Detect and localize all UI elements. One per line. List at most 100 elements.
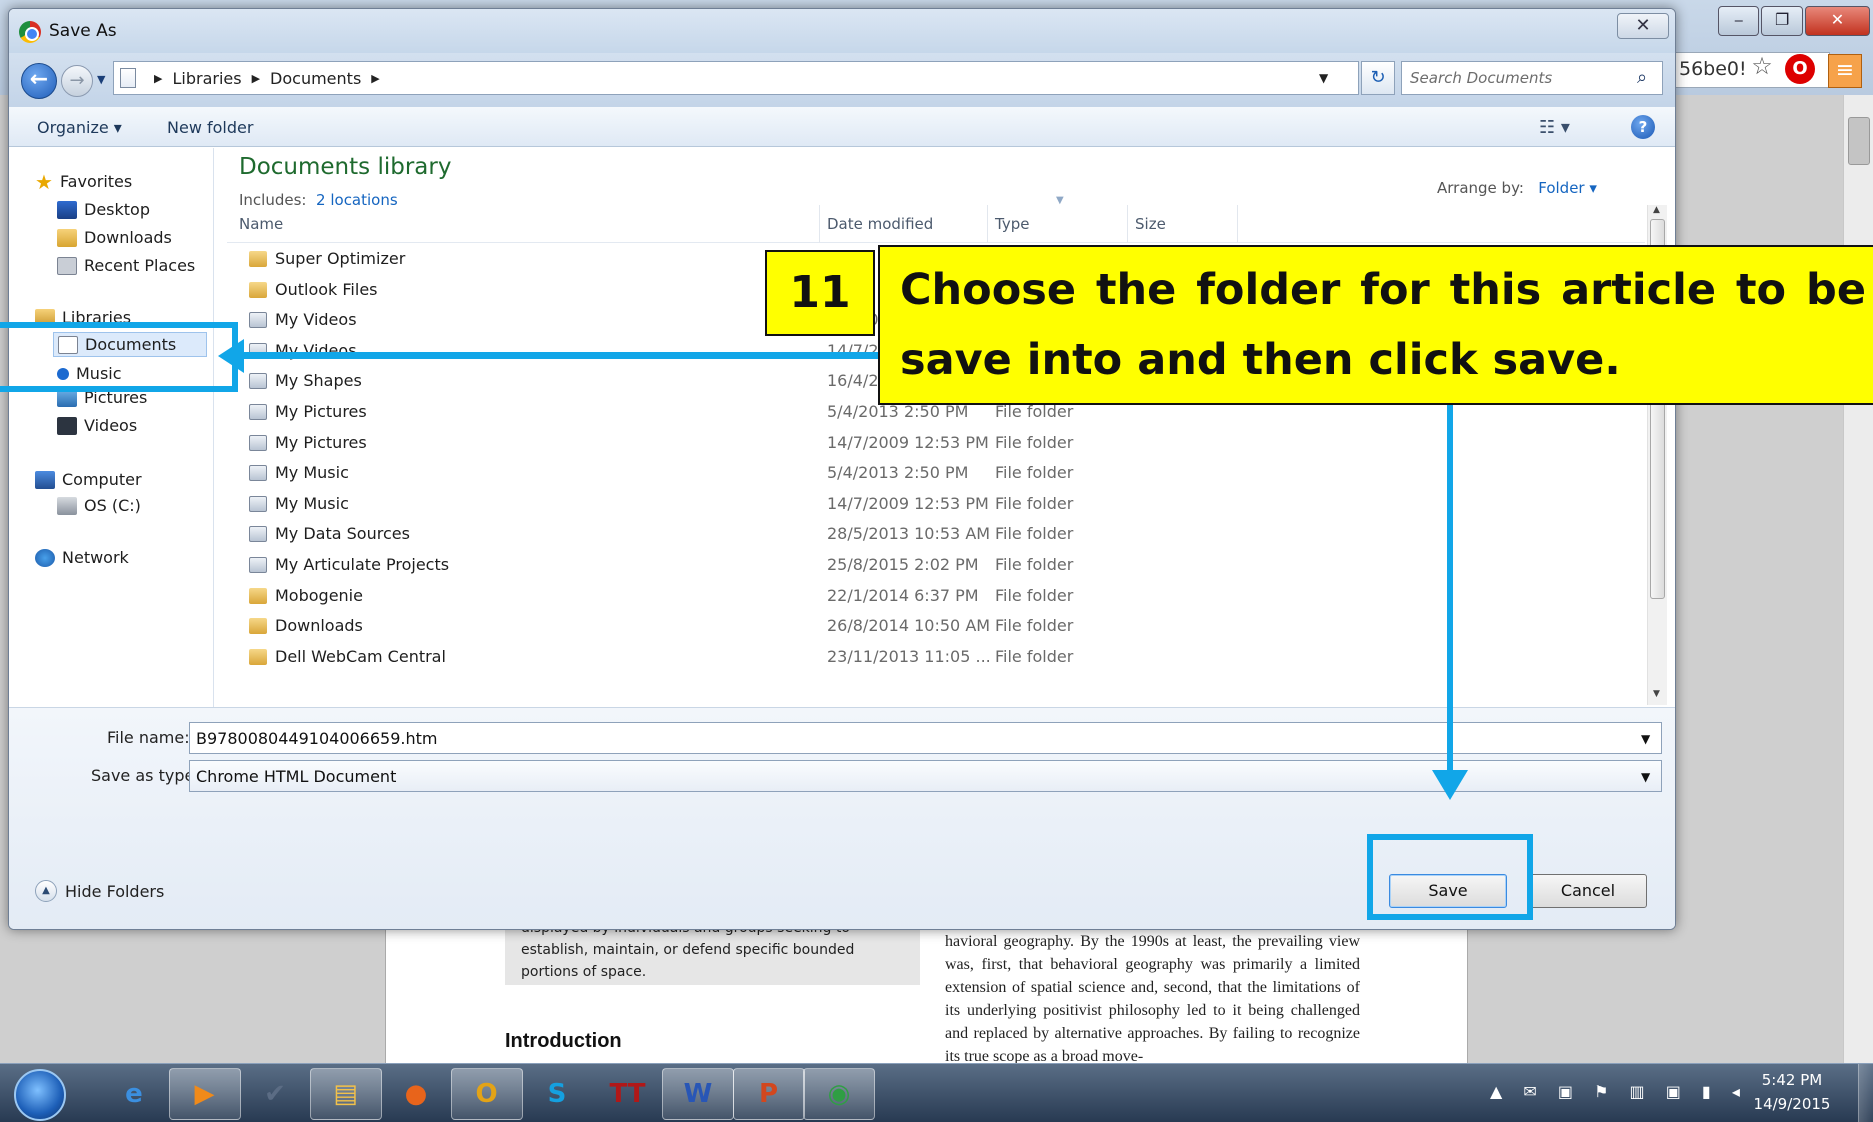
browser-window-controls: ⎯ ❐ ✕ [1718,6,1870,36]
nav-label: Desktop [84,200,150,219]
breadcrumb-documents[interactable]: Documents [270,69,361,88]
nav-favorites[interactable]: ★ Favorites [35,172,133,192]
taskbar-explorer-icon[interactable]: ▤ [309,1068,382,1120]
cancel-button[interactable]: Cancel [1529,874,1647,908]
address-row: ← → ▼ ▶ Libraries ▶ Documents ▶ ▼ ↻ Sear… [9,53,1675,107]
file-name-dropdown-icon[interactable]: ▼ [1641,732,1650,746]
file-row[interactable]: My Articulate Projects 25/8/2015 2:02 PM F… [227,551,1645,581]
change-view-icon[interactable]: ☷ ▾ [1539,117,1570,138]
dialog-title: Save As [49,21,117,41]
outlook-glyph: O [475,1079,498,1109]
show-desktop-button[interactable] [1858,1064,1873,1122]
save-type-dropdown-icon[interactable]: ▼ [1641,770,1650,784]
file-name: My Music [275,463,349,483]
nav-desktop[interactable]: Desktop [57,200,150,219]
recent-locations-dropdown-icon[interactable]: ▼ [97,73,105,86]
file-date: 14/7/2009 12:53 PM [827,432,989,452]
locked-folder-icon [249,495,267,512]
column-divider[interactable] [987,205,988,243]
browser-scrollbar[interactable] [1843,95,1873,1075]
help-icon[interactable]: ? [1631,115,1655,139]
shapes-folder-icon [249,373,267,390]
folder-shortcut-icon [249,404,267,420]
taskbar-outlook-icon[interactable]: O [450,1068,523,1120]
bookmark-star-icon[interactable]: ☆ [1746,52,1778,88]
chevron-right-icon[interactable]: ▶ [252,72,260,85]
nav-label: Videos [84,416,138,435]
scroll-up-icon[interactable]: ▲ [1653,205,1660,215]
taskbar-tools-icon[interactable]: ✔ [239,1068,311,1120]
chevron-right-icon[interactable]: ▶ [154,72,162,85]
file-row[interactable]: Dell WebCam Central 23/11/2013 11:05 ... F… [227,643,1645,673]
file-date: 25/8/2015 2:02 PM [827,555,979,574]
column-divider[interactable] [1237,205,1238,243]
taskbar-firefox-icon[interactable]: ● [380,1068,452,1120]
collapse-up-icon: ▲ [35,880,57,902]
tools-glyph: ✔ [264,1079,286,1109]
file-row[interactable]: Mobogenie 22/1/2014 6:37 PM File folder [227,582,1645,612]
nav-videos[interactable]: Videos [57,416,137,435]
taskbar-word-icon[interactable]: W [662,1068,734,1120]
scroll-down-icon[interactable]: ▼ [1653,689,1660,699]
dialog-close-button[interactable]: ✕ [1617,13,1669,39]
organize-button[interactable]: Organize ▾ [37,118,122,137]
back-arrow-icon[interactable]: ← [21,63,57,99]
arrange-dropdown[interactable]: Folder ▾ [1538,179,1597,197]
minimize-button[interactable]: ⎯ [1718,6,1760,36]
folder-icon [249,648,267,665]
search-icon[interactable]: ⌕ [1637,67,1647,88]
column-size[interactable]: Size [1135,215,1166,233]
clock-time: 5:42 PM [1761,1071,1823,1089]
chrome-menu-icon[interactable]: ≡ [1828,54,1862,88]
column-type[interactable]: Type [995,215,1029,233]
taskbar-powerpoint-icon[interactable]: P [732,1068,805,1120]
browser-scroll-thumb[interactable] [1848,117,1870,165]
taskbar-skype-icon[interactable]: S [521,1068,593,1120]
adblock-icon[interactable]: O [1785,54,1815,84]
nav-label: Favorites [59,172,133,191]
file-name-field[interactable]: B9780080449104006659.htm [189,722,1662,754]
file-name: My Articulate Projects [275,555,450,574]
folder-icon [249,618,267,635]
nav-downloads[interactable]: Downloads [57,228,172,247]
file-row[interactable]: My Data Sources 28/5/2013 10:53 AM File fo… [227,520,1645,550]
file-row[interactable]: Downloads 26/8/2014 10:50 AM File folder [227,612,1645,642]
column-date-modified[interactable]: Date modified [827,215,933,233]
start-button[interactable] [14,1069,66,1121]
file-row[interactable]: My Music 14/7/2009 12:53 PM File folder [227,490,1645,520]
new-folder-button[interactable]: New folder [167,118,253,137]
recent-places-icon [57,256,77,275]
taskbar-chrome-icon[interactable]: ◉ [803,1068,875,1120]
column-divider[interactable] [1127,205,1128,243]
column-divider[interactable] [819,205,820,243]
maximize-button[interactable]: ❐ [1761,6,1803,36]
taskbar-tt-app-icon[interactable]: TT [592,1068,664,1120]
nav-recent-places[interactable]: Recent Places [57,256,195,275]
breadcrumb-libraries[interactable]: Libraries [172,69,241,88]
browser-close-button[interactable]: ✕ [1804,6,1870,36]
search-input[interactable]: Search Documents [1401,61,1663,95]
nav-os-drive[interactable]: OS (C:) [57,496,141,515]
hide-folders-button[interactable]: ▲ Hide Folders [35,880,164,902]
system-tray[interactable]: ▲ ✉ ▣ ⚑ ▥ ▣ ▮ ◂ [1490,1082,1748,1101]
file-date: 23/11/2013 11:05 ... [827,646,991,666]
nav-computer[interactable]: Computer [35,470,142,489]
file-name: My Pictures [275,402,367,421]
column-name[interactable]: Name [239,215,283,233]
forward-arrow-icon[interactable]: → [61,65,93,97]
address-dropdown-icon[interactable]: ▼ [1319,71,1328,85]
dialog-titlebar[interactable] [9,9,1675,53]
save-as-dialog: Save As ✕ ← → ▼ ▶ Libraries ▶ Documents … [8,8,1676,930]
taskbar-media-player-icon[interactable]: ▶ [168,1068,241,1120]
chevron-right-icon[interactable]: ▶ [371,72,379,85]
address-bar[interactable]: ▶ Libraries ▶ Documents ▶ [113,61,1359,95]
nav-label: Computer [62,470,142,489]
file-row[interactable]: My Music 5/4/2013 2:50 PM File folder [227,459,1645,489]
file-row[interactable]: My Pictures 14/7/2009 12:53 PM File folder [227,429,1645,459]
arrow-to-documents [238,352,878,359]
taskbar-ie-icon[interactable]: e [98,1068,170,1120]
nav-network[interactable]: Network [35,548,129,567]
clock[interactable]: 5:42 PM 14/9/2015 [1742,1068,1842,1116]
refresh-icon[interactable]: ↻ [1361,61,1395,95]
file-date: 28/5/2013 10:53 AM [827,524,991,544]
